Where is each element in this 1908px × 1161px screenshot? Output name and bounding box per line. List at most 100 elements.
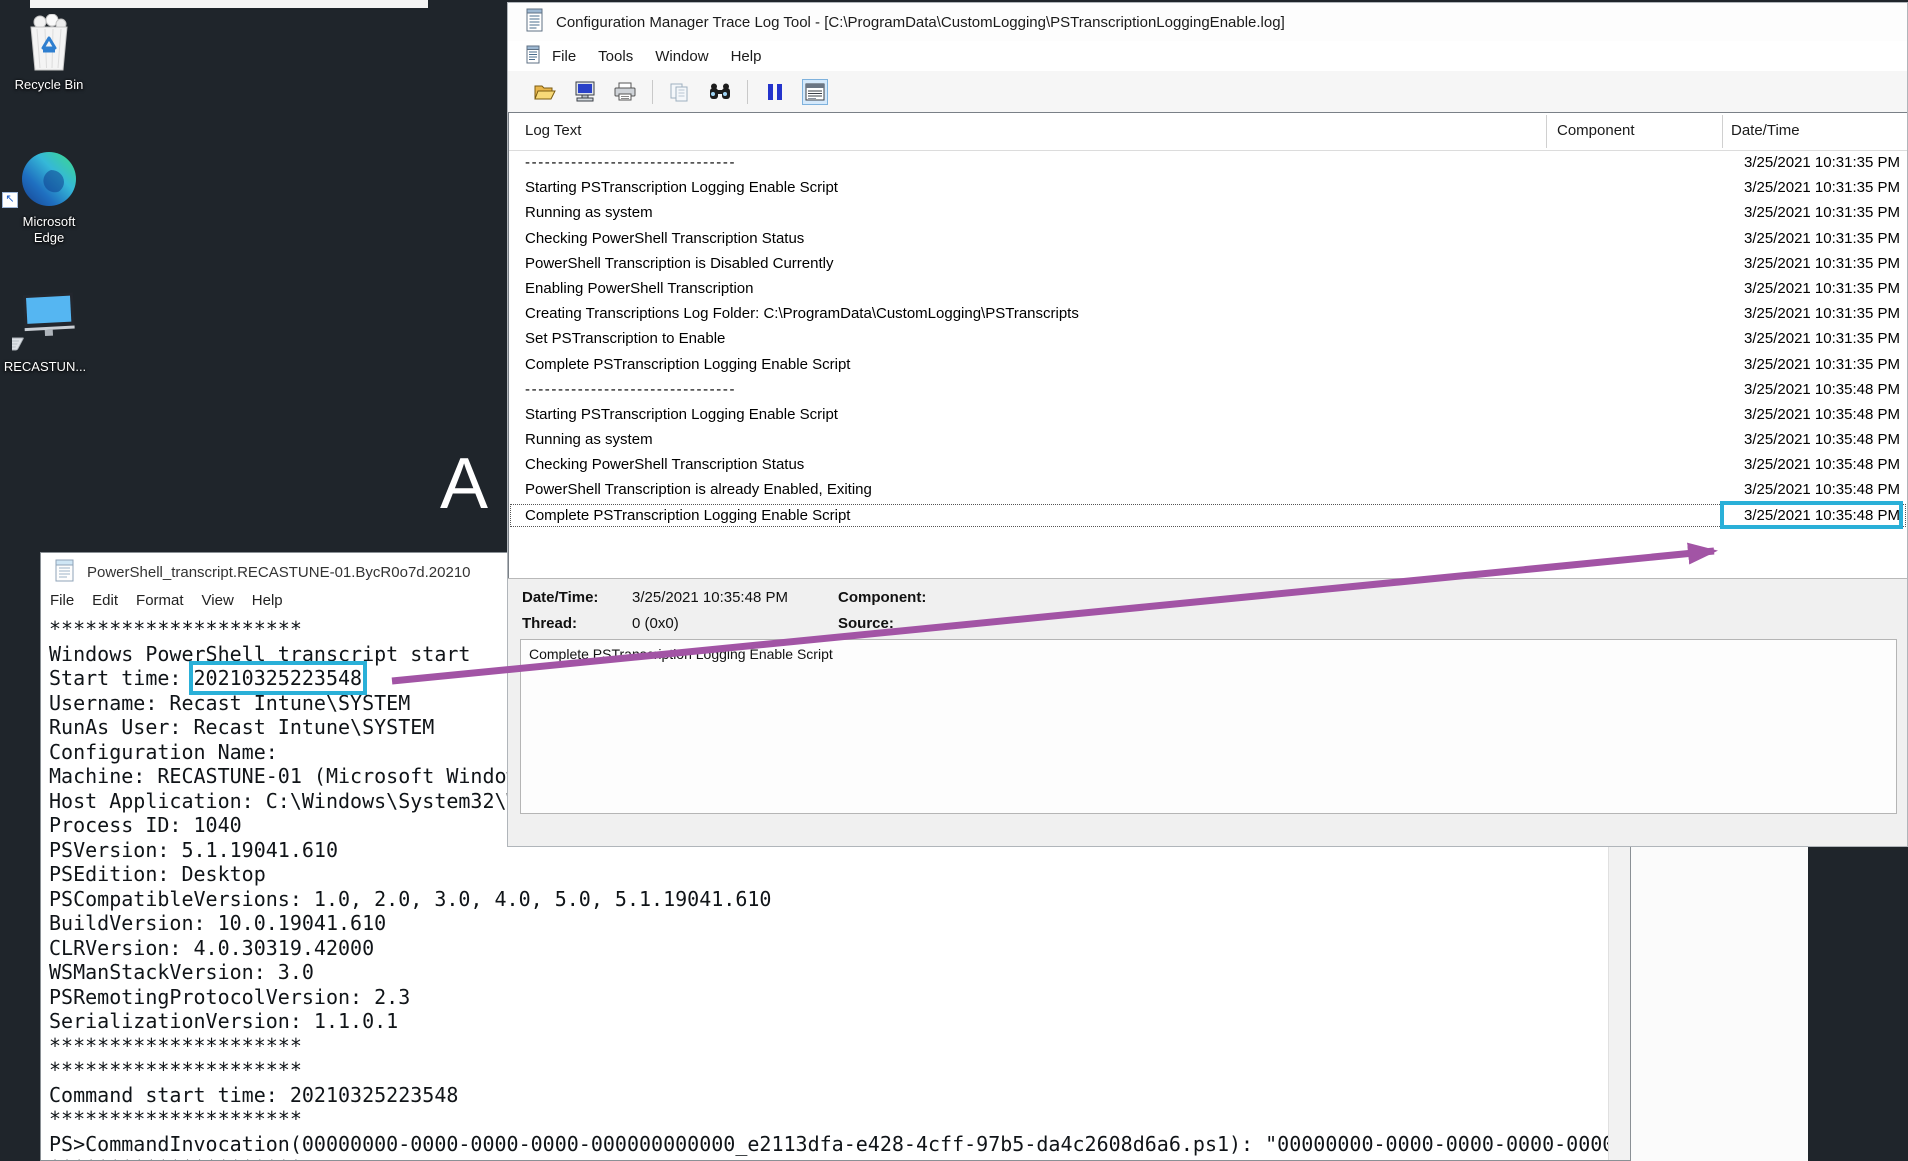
notepad-line: SerializationVersion: 1.1.0.1 [49, 1009, 1609, 1034]
computer-icon [0, 292, 95, 354]
log-row[interactable]: -------------------------------- 3/25/202… [509, 377, 1907, 402]
copy-icon[interactable] [667, 79, 693, 105]
log-row-text: PowerShell Transcription is Disabled Cur… [525, 251, 833, 276]
shortcut-arrow-icon: ↖ [2, 192, 18, 208]
log-layout-icon[interactable] [802, 79, 828, 105]
notepad-line: BuildVersion: 10.0.19041.610 [49, 911, 1609, 936]
log-rows: -------------------------------- 3/25/202… [509, 150, 1907, 578]
background-window-top-edge [30, 0, 428, 8]
open-file-icon[interactable] [532, 79, 558, 105]
cmtrace-title: Configuration Manager Trace Log Tool - [… [556, 14, 1285, 31]
notepad-line: ********************* [49, 1107, 1609, 1132]
wallpaper-letter: A [440, 448, 488, 520]
desktop-icon-recycle-bin[interactable]: Recycle Bin [4, 14, 94, 93]
notepad-icon [55, 558, 75, 587]
log-row[interactable]: Creating Transcriptions Log Folder: C:\P… [509, 301, 1907, 326]
log-row[interactable]: Starting PSTranscription Logging Enable … [509, 402, 1907, 427]
log-row-text: Starting PSTranscription Logging Enable … [525, 402, 838, 427]
log-row-text: Complete PSTranscription Logging Enable … [525, 503, 850, 528]
detail-datetime-value: 3/25/2021 10:35:48 PM [632, 589, 788, 606]
log-row[interactable]: --------------------------------3/25/202… [509, 150, 1907, 175]
log-row-datetime: 3/25/2021 10:35:48 PM [1722, 427, 1900, 452]
notepad-line: PS>CommandInvocation(00000000-0000-0000-… [49, 1132, 1609, 1157]
log-row-text: PowerShell Transcription is already Enab… [525, 477, 872, 502]
cmtrace-toolbar [508, 71, 1907, 113]
desktop-icon-label: RECASTUN... [0, 359, 95, 375]
cmtrace-menubar: FileToolsWindowHelp [508, 41, 1907, 72]
log-row-text: Set PSTranscription to Enable [525, 326, 725, 351]
cmtrace-menubar-items: FileToolsWindowHelp [541, 48, 772, 65]
log-row-datetime: 3/25/2021 10:35:48 PM [1722, 377, 1900, 402]
log-row[interactable]: Starting PSTranscription Logging Enable … [509, 175, 1907, 200]
log-list-header: Log Text Component Date/Time [509, 113, 1907, 151]
log-row[interactable]: Complete PSTranscription Logging Enable … [509, 352, 1907, 377]
detail-message-box[interactable]: Complete PSTranscription Logging Enable … [520, 639, 1897, 814]
column-header-log-text[interactable]: Log Text [525, 122, 581, 139]
menu-help[interactable]: Help [720, 48, 773, 65]
np-menu-view[interactable]: View [193, 591, 243, 610]
menu-file[interactable]: File [541, 48, 587, 65]
detail-datetime-label: Date/Time: [522, 589, 598, 606]
desktop-icon-microsoft-edge[interactable]: ↖ Microsoft Edge [4, 152, 94, 246]
notepad-line: WSManStackVersion: 3.0 [49, 960, 1609, 985]
desktop-icon-label: Microsoft Edge [13, 214, 85, 246]
log-row[interactable]: PowerShell Transcription is already Enab… [509, 477, 1907, 502]
log-list: Log Text Component Date/Time -----------… [508, 112, 1907, 578]
np-menu-format[interactable]: Format [127, 591, 193, 610]
cmtrace-titlebar[interactable]: Configuration Manager Trace Log Tool - [… [508, 3, 1907, 41]
menu-tools[interactable]: Tools [587, 48, 644, 65]
computer-icon[interactable] [572, 79, 598, 105]
log-row[interactable]: Running as system3/25/2021 10:31:35 PM [509, 200, 1907, 225]
highlight-box-log-datetime [1720, 501, 1903, 529]
menu-window[interactable]: Window [644, 48, 719, 65]
desktop-icon-label: Recycle Bin [4, 77, 94, 93]
cmtrace-doc-icon [526, 45, 541, 68]
log-row[interactable]: Enabling PowerShell Transcription3/25/20… [509, 276, 1907, 301]
log-row-text: -------------------------------- [525, 150, 736, 175]
notepad-title: PowerShell_transcript.RECASTUNE-01.BycR0… [87, 564, 471, 581]
log-row-datetime: 3/25/2021 10:31:35 PM [1722, 200, 1900, 225]
desktop: A Recycle Bin ↖ Microsoft Edge [0, 0, 1908, 1161]
column-divider[interactable] [1722, 115, 1723, 148]
log-row[interactable]: Running as system3/25/2021 10:35:48 PM [509, 427, 1907, 452]
pause-icon[interactable] [762, 79, 788, 105]
column-header-datetime[interactable]: Date/Time [1731, 122, 1800, 139]
np-menu-edit[interactable]: Edit [83, 591, 127, 610]
notepad-line: ********************* [49, 1156, 1609, 1160]
detail-thread-label: Thread: [522, 615, 577, 632]
log-row[interactable]: Checking PowerShell Transcription Status… [509, 226, 1907, 251]
detail-component-label: Component: [838, 589, 926, 606]
log-row-datetime: 3/25/2021 10:31:35 PM [1722, 301, 1900, 326]
edge-icon: ↖ [4, 152, 94, 206]
column-header-component[interactable]: Component [1557, 122, 1635, 139]
detail-thread-value: 0 (0x0) [632, 615, 679, 632]
log-row-datetime: 3/25/2021 10:35:48 PM [1722, 477, 1900, 502]
notepad-line: PSRemotingProtocolVersion: 2.3 [49, 985, 1609, 1010]
log-row-datetime: 3/25/2021 10:31:35 PM [1722, 251, 1900, 276]
log-row-text: Starting PSTranscription Logging Enable … [525, 175, 838, 200]
log-row-datetime: 3/25/2021 10:35:48 PM [1722, 402, 1900, 427]
np-menu-help[interactable]: Help [243, 591, 292, 610]
np-menu-file[interactable]: File [41, 591, 83, 610]
log-row[interactable]: Complete PSTranscription Logging Enable … [509, 503, 1907, 528]
log-row-datetime: 3/25/2021 10:35:48 PM [1722, 452, 1900, 477]
log-row-datetime: 3/25/2021 10:31:35 PM [1722, 326, 1900, 351]
notepad-line: CLRVersion: 4.0.30319.42000 [49, 936, 1609, 961]
log-row-datetime: 3/25/2021 10:31:35 PM [1722, 276, 1900, 301]
log-row-text: -------------------------------- [525, 377, 736, 402]
log-row-datetime: 3/25/2021 10:31:35 PM [1722, 352, 1900, 377]
notepad-line: PSCompatibleVersions: 1.0, 2.0, 3.0, 4.0… [49, 887, 1609, 912]
log-row-datetime: 3/25/2021 10:31:35 PM [1722, 226, 1900, 251]
log-row[interactable]: Set PSTranscription to Enable 3/25/2021 1… [509, 326, 1907, 351]
cmtrace-app-icon [526, 8, 546, 37]
column-divider[interactable] [1546, 115, 1547, 148]
print-icon[interactable] [612, 79, 638, 105]
find-icon[interactable] [707, 79, 733, 105]
notepad-line: PSEdition: Desktop [49, 862, 1609, 887]
log-row[interactable]: PowerShell Transcription is Disabled Cur… [509, 251, 1907, 276]
log-row-text: Creating Transcriptions Log Folder: C:\P… [525, 301, 1079, 326]
desktop-icon-recastun[interactable]: RECASTUN... [0, 292, 95, 375]
detail-message: Complete PSTranscription Logging Enable … [529, 646, 833, 662]
log-row[interactable]: Checking PowerShell Transcription Status… [509, 452, 1907, 477]
notepad-line: Command start time: 20210325223548 [49, 1083, 1609, 1108]
